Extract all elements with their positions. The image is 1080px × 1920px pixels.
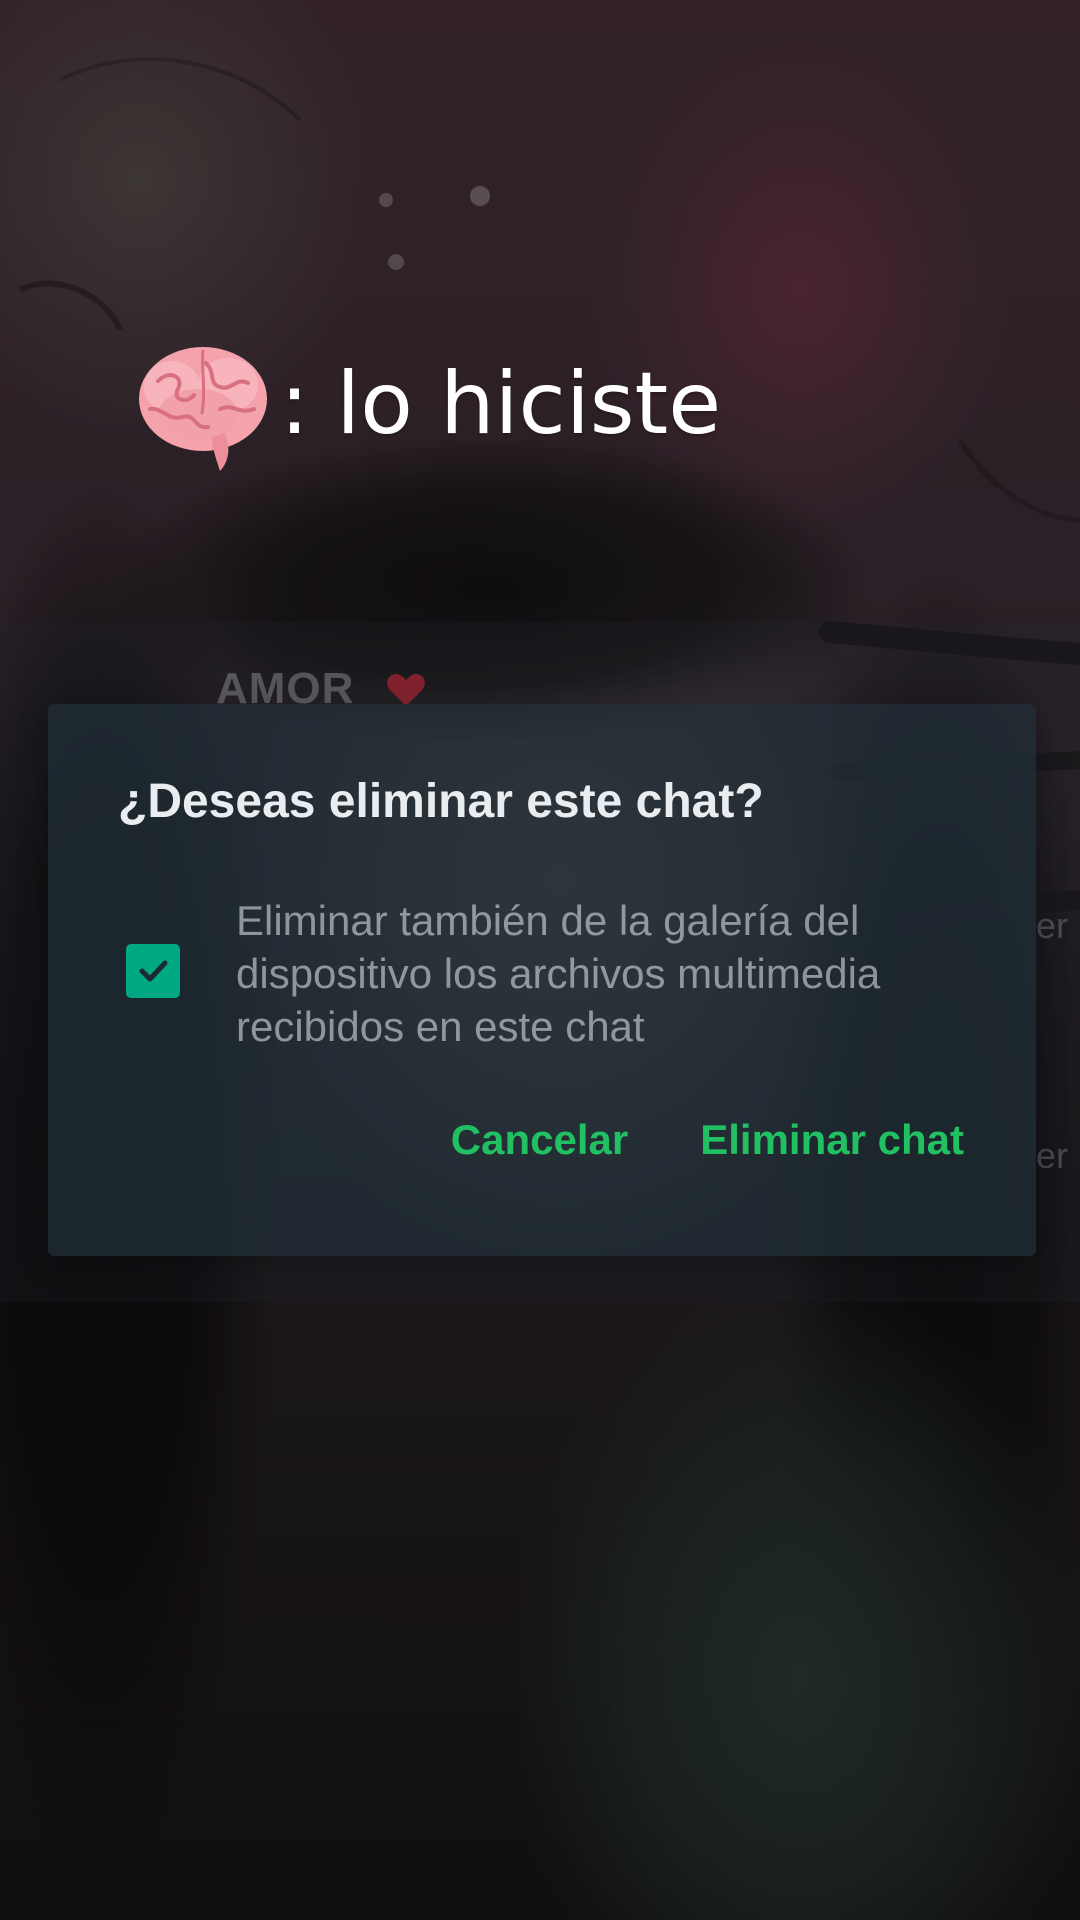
delete-chat-dialog: ¿Deseas eliminar este chat? Eliminar tam… bbox=[48, 704, 1036, 1256]
caption-text: : lo hiciste bbox=[280, 354, 722, 454]
caption: : lo hiciste bbox=[128, 334, 721, 474]
delete-media-option[interactable]: Eliminar también de la galería del dispo… bbox=[118, 894, 998, 1054]
brain-icon bbox=[139, 347, 267, 471]
chat-preview-fragment: er bbox=[1035, 905, 1068, 946]
red-heart-icon bbox=[387, 674, 425, 706]
screen: AMOR er er : lo hiciste ¿Deseas eliminar… bbox=[0, 0, 1080, 1920]
delete-media-option-label: Eliminar también de la galería del dispo… bbox=[236, 897, 881, 1050]
cancel-button[interactable]: Cancelar bbox=[451, 1116, 628, 1164]
dialog-actions: Cancelar Eliminar chat bbox=[451, 1116, 964, 1164]
delete-chat-button[interactable]: Eliminar chat bbox=[700, 1116, 964, 1164]
delete-media-checkbox[interactable] bbox=[126, 944, 180, 998]
chat-preview-fragment: er bbox=[1035, 1135, 1068, 1176]
dialog-title: ¿Deseas eliminar este chat? bbox=[118, 775, 764, 828]
checkmark-icon bbox=[139, 960, 168, 982]
